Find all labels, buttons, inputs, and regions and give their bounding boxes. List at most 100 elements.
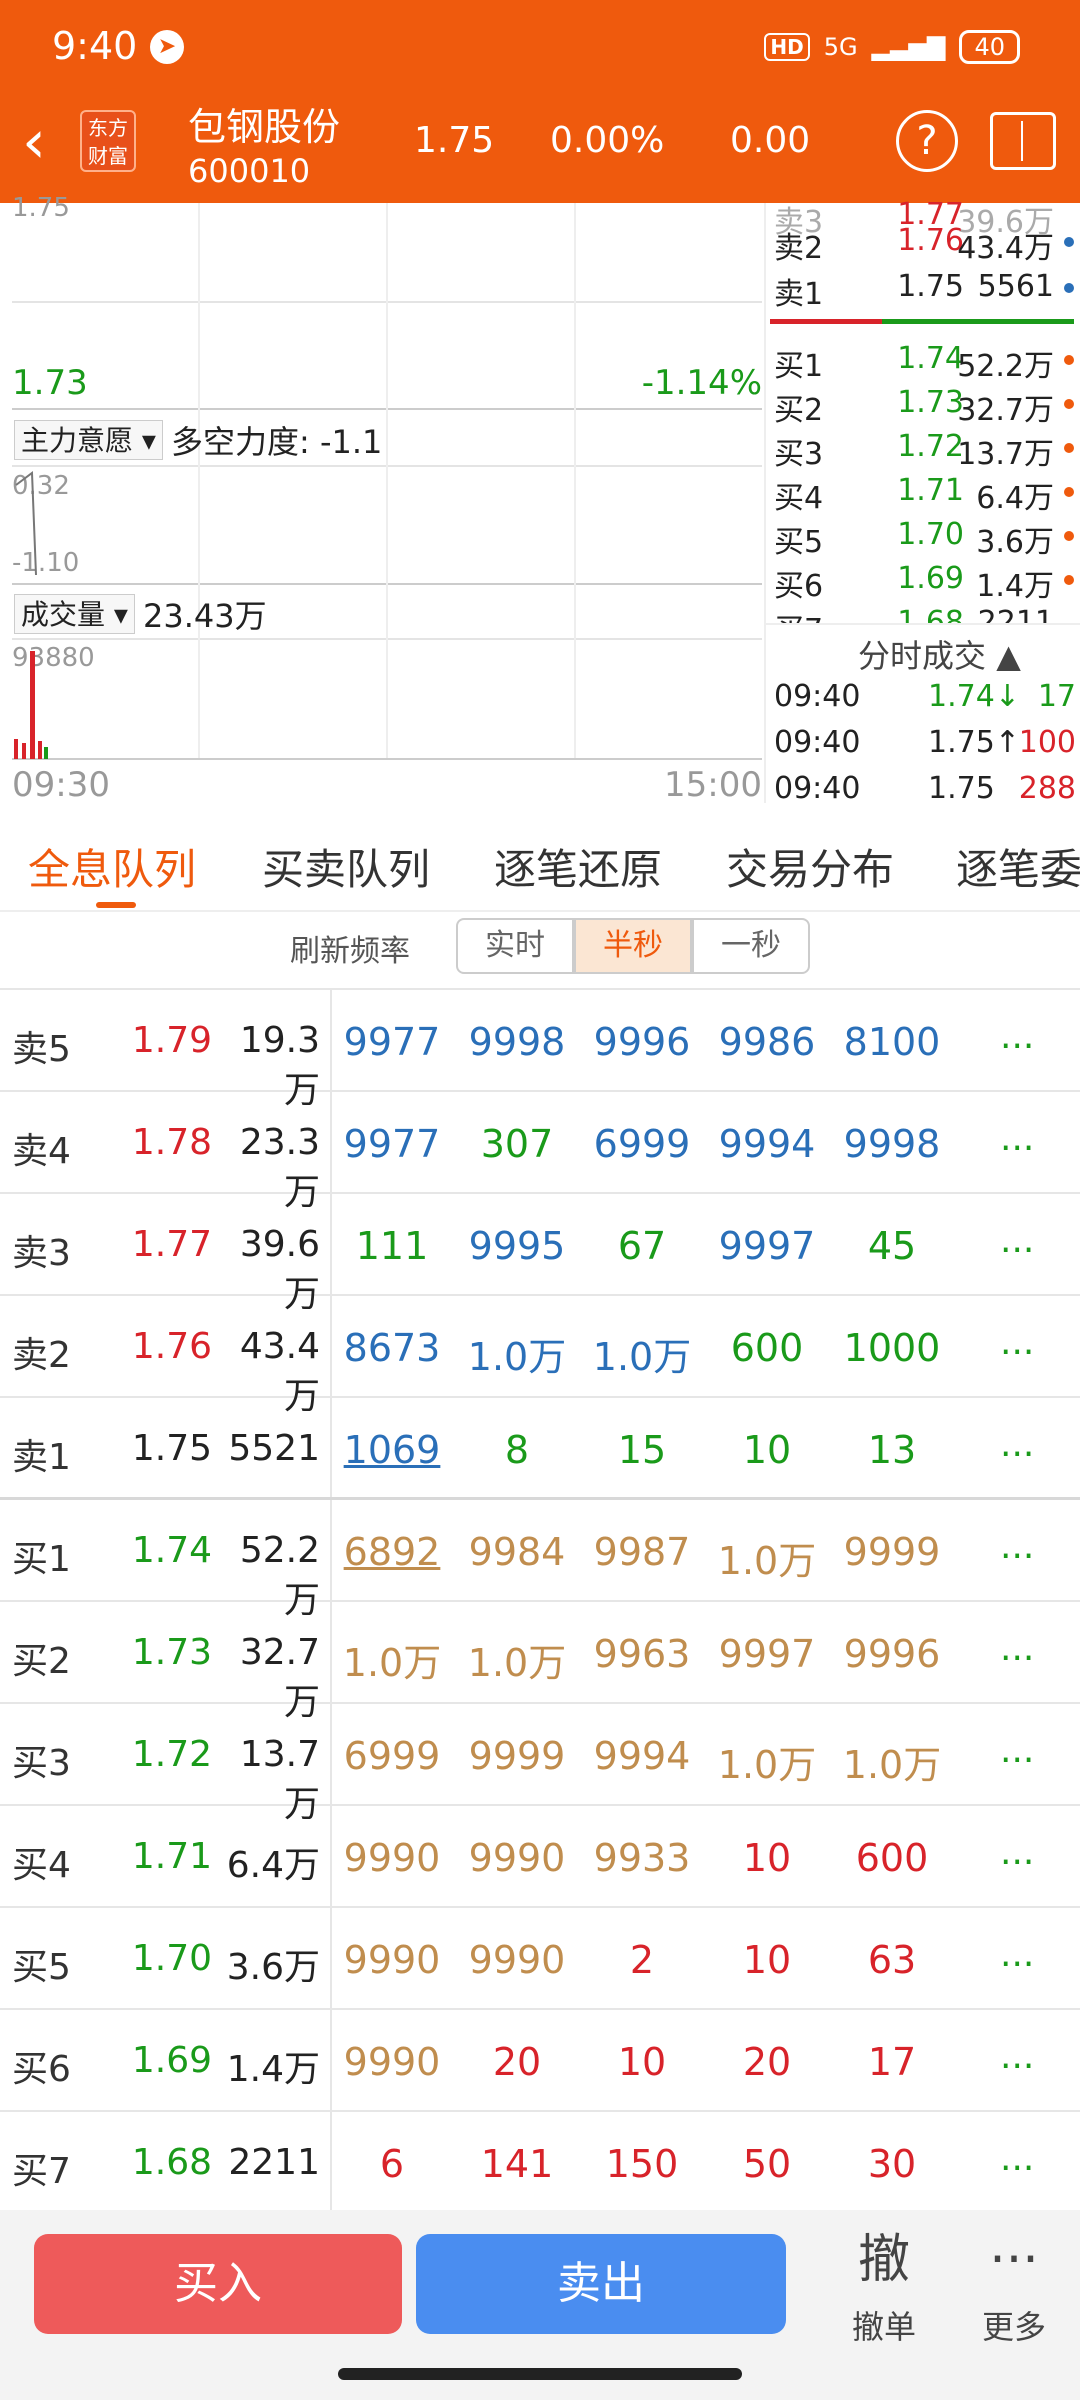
queue-order-cell[interactable]: 45 [830,1224,954,1268]
buy-button[interactable]: 买入 [34,2234,402,2334]
queue-order-cell[interactable]: 6892 [330,1530,454,1574]
queue-table[interactable]: 卖5 1.79 19.3万 9977 9998 9996 9986 8100... 卖4 1.78… [0,988,1080,2214]
queue-order-cell[interactable]: 9999 [455,1734,579,1778]
queue-more-icon[interactable]: ... [1000,2138,1034,2179]
queue-order-cell[interactable]: 9999 [830,1530,954,1574]
queue-order-cell[interactable]: 9963 [580,1632,704,1676]
queue-order-cell[interactable]: 15 [580,1428,704,1472]
refresh-realtime[interactable]: 实时 [456,918,574,974]
queue-more-icon[interactable]: ... [1000,1118,1034,1159]
queue-order-cell[interactable]: 6999 [580,1122,704,1166]
queue-more-icon[interactable]: ... [1000,1322,1034,1363]
queue-order-cell[interactable]: 13 [830,1428,954,1472]
queue-order-cell[interactable]: 111 [330,1224,454,1268]
indicator-select[interactable]: 主力意愿 ▾ [14,420,163,460]
queue-order-cell[interactable]: 1.0万 [580,1326,704,1381]
queue-order-cell[interactable]: 307 [455,1122,579,1166]
queue-row[interactable]: 买3 1.72 13.7万 6999 9999 9994 1.0万 1.0万... [0,1704,1080,1825]
queue-row[interactable]: 卖2 1.76 43.4万 8673 1.0万 1.0万 600 1000... [0,1296,1080,1417]
queue-order-cell[interactable]: 8100 [830,1020,954,1064]
queue-order-cell[interactable]: 9990 [455,1836,579,1880]
queue-more-icon[interactable]: ... [1000,2036,1034,2077]
queue-order-cell[interactable]: 1.0万 [330,1632,454,1687]
queue-order-cell[interactable]: 8673 [330,1326,454,1370]
queue-order-cell[interactable]: 9994 [705,1122,829,1166]
queue-order-cell[interactable]: 9977 [330,1122,454,1166]
queue-order-cell[interactable]: 2 [580,1938,704,1982]
sell-button[interactable]: 卖出 [416,2234,786,2334]
queue-order-cell[interactable]: 9996 [580,1020,704,1064]
queue-order-cell[interactable]: 1.0万 [705,1734,829,1789]
queue-row[interactable]: 买1 1.74 52.2万 6892 9984 9987 1.0万 9999... [0,1500,1080,1621]
queue-order-cell[interactable]: 9990 [330,1938,454,1982]
volume-select[interactable]: 成交量 ▾ [14,594,135,634]
tab-trade-distribution[interactable]: 交易分布 [726,836,894,897]
cancel-order-button[interactable]: 撤 撤单 [824,2230,944,2348]
queue-row[interactable]: 卖1 1.75 5521 1069 8 15 10 13... [0,1398,1080,1500]
queue-order-cell[interactable]: 1.0万 [830,1734,954,1789]
queue-order-cell[interactable]: 1069 [330,1428,454,1472]
queue-order-cell[interactable]: 9990 [330,2040,454,2084]
queue-order-cell[interactable]: 10 [705,1428,829,1472]
queue-row[interactable]: 卖5 1.79 19.3万 9977 9998 9996 9986 8100... [0,990,1080,1111]
queue-more-icon[interactable]: ... [1000,1220,1034,1261]
queue-order-cell[interactable]: 9987 [580,1530,704,1574]
queue-order-cell[interactable]: 6999 [330,1734,454,1778]
queue-more-icon[interactable]: ... [1000,1424,1034,1465]
queue-order-cell[interactable]: 50 [705,2142,829,2186]
queue-row[interactable]: 买7 1.68 2211 6 141 150 50 30... [0,2112,1080,2214]
queue-order-cell[interactable]: 1.0万 [455,1632,579,1687]
queue-order-cell[interactable]: 150 [580,2142,704,2186]
queue-order-cell[interactable]: 63 [830,1938,954,1982]
queue-order-cell[interactable]: 600 [830,1836,954,1880]
queue-order-cell[interactable]: 1000 [830,1326,954,1370]
queue-order-cell[interactable]: 9997 [705,1632,829,1676]
queue-order-cell[interactable]: 10 [705,1938,829,1982]
queue-order-cell[interactable]: 9977 [330,1020,454,1064]
queue-row[interactable]: 卖3 1.77 39.6万 111 9995 67 9997 45... [0,1194,1080,1315]
queue-order-cell[interactable]: 9998 [830,1122,954,1166]
queue-order-cell[interactable]: 67 [580,1224,704,1268]
queue-order-cell[interactable]: 600 [705,1326,829,1370]
intraday-chart[interactable]: 1.75 1.73 -1.14% 主力意愿 ▾ 多空力度: -1.1 0.32 … [12,193,762,805]
queue-more-icon[interactable]: ... [1000,1832,1034,1873]
tab-bid-ask-queue[interactable]: 买卖队列 [262,836,430,897]
queue-more-icon[interactable]: ... [1000,1526,1034,1567]
queue-order-cell[interactable]: 6 [330,2142,454,2186]
trades-panel[interactable]: 分时成交 ▲ 09:40 1.74↓ 17 09:40 1.75↑ 100 09… [766,623,1080,806]
queue-order-cell[interactable]: 9933 [580,1836,704,1880]
queue-order-cell[interactable]: 9994 [580,1734,704,1778]
queue-order-cell[interactable]: 10 [705,1836,829,1880]
queue-more-icon[interactable]: ... [1000,1934,1034,1975]
queue-more-icon[interactable]: ... [1000,1016,1034,1057]
refresh-half-second[interactable]: 半秒 [574,918,692,974]
help-icon[interactable]: ? [896,110,958,172]
queue-order-cell[interactable]: 20 [705,2040,829,2084]
queue-order-cell[interactable]: 10 [580,2040,704,2084]
tab-tick-restore[interactable]: 逐笔还原 [494,836,662,897]
queue-order-cell[interactable]: 9997 [705,1224,829,1268]
queue-order-cell[interactable]: 8 [455,1428,579,1472]
queue-order-cell[interactable]: 1.0万 [705,1530,829,1585]
queue-order-cell[interactable]: 9990 [330,1836,454,1880]
queue-order-cell[interactable]: 9990 [455,1938,579,1982]
queue-more-icon[interactable]: ... [1000,1628,1034,1669]
tab-full-queue[interactable]: 全息队列 [28,836,196,897]
queue-order-cell[interactable]: 9984 [455,1530,579,1574]
queue-order-cell[interactable]: 9996 [830,1632,954,1676]
queue-order-cell[interactable]: 9986 [705,1020,829,1064]
queue-order-cell[interactable]: 9995 [455,1224,579,1268]
queue-order-cell[interactable]: 1.0万 [455,1326,579,1381]
more-button[interactable]: ··· 更多 [954,2230,1074,2348]
queue-row[interactable]: 买2 1.73 32.7万 1.0万 1.0万 9963 9997 9996... [0,1602,1080,1723]
refresh-one-second[interactable]: 一秒 [692,918,810,974]
queue-order-cell[interactable]: 20 [455,2040,579,2084]
queue-row[interactable]: 卖4 1.78 23.3万 9977 307 6999 9994 9998... [0,1092,1080,1213]
queue-order-cell[interactable]: 141 [455,2142,579,2186]
queue-row[interactable]: 买4 1.71 6.4万 9990 9990 9933 10 600... [0,1806,1080,1908]
queue-row[interactable]: 买6 1.69 1.4万 9990 20 10 20 17... [0,2010,1080,2112]
back-icon[interactable]: ‹ [22,112,46,172]
queue-more-icon[interactable]: ... [1000,1730,1034,1771]
queue-order-cell[interactable]: 17 [830,2040,954,2084]
queue-row[interactable]: 买5 1.70 3.6万 9990 9990 2 10 63... [0,1908,1080,2010]
